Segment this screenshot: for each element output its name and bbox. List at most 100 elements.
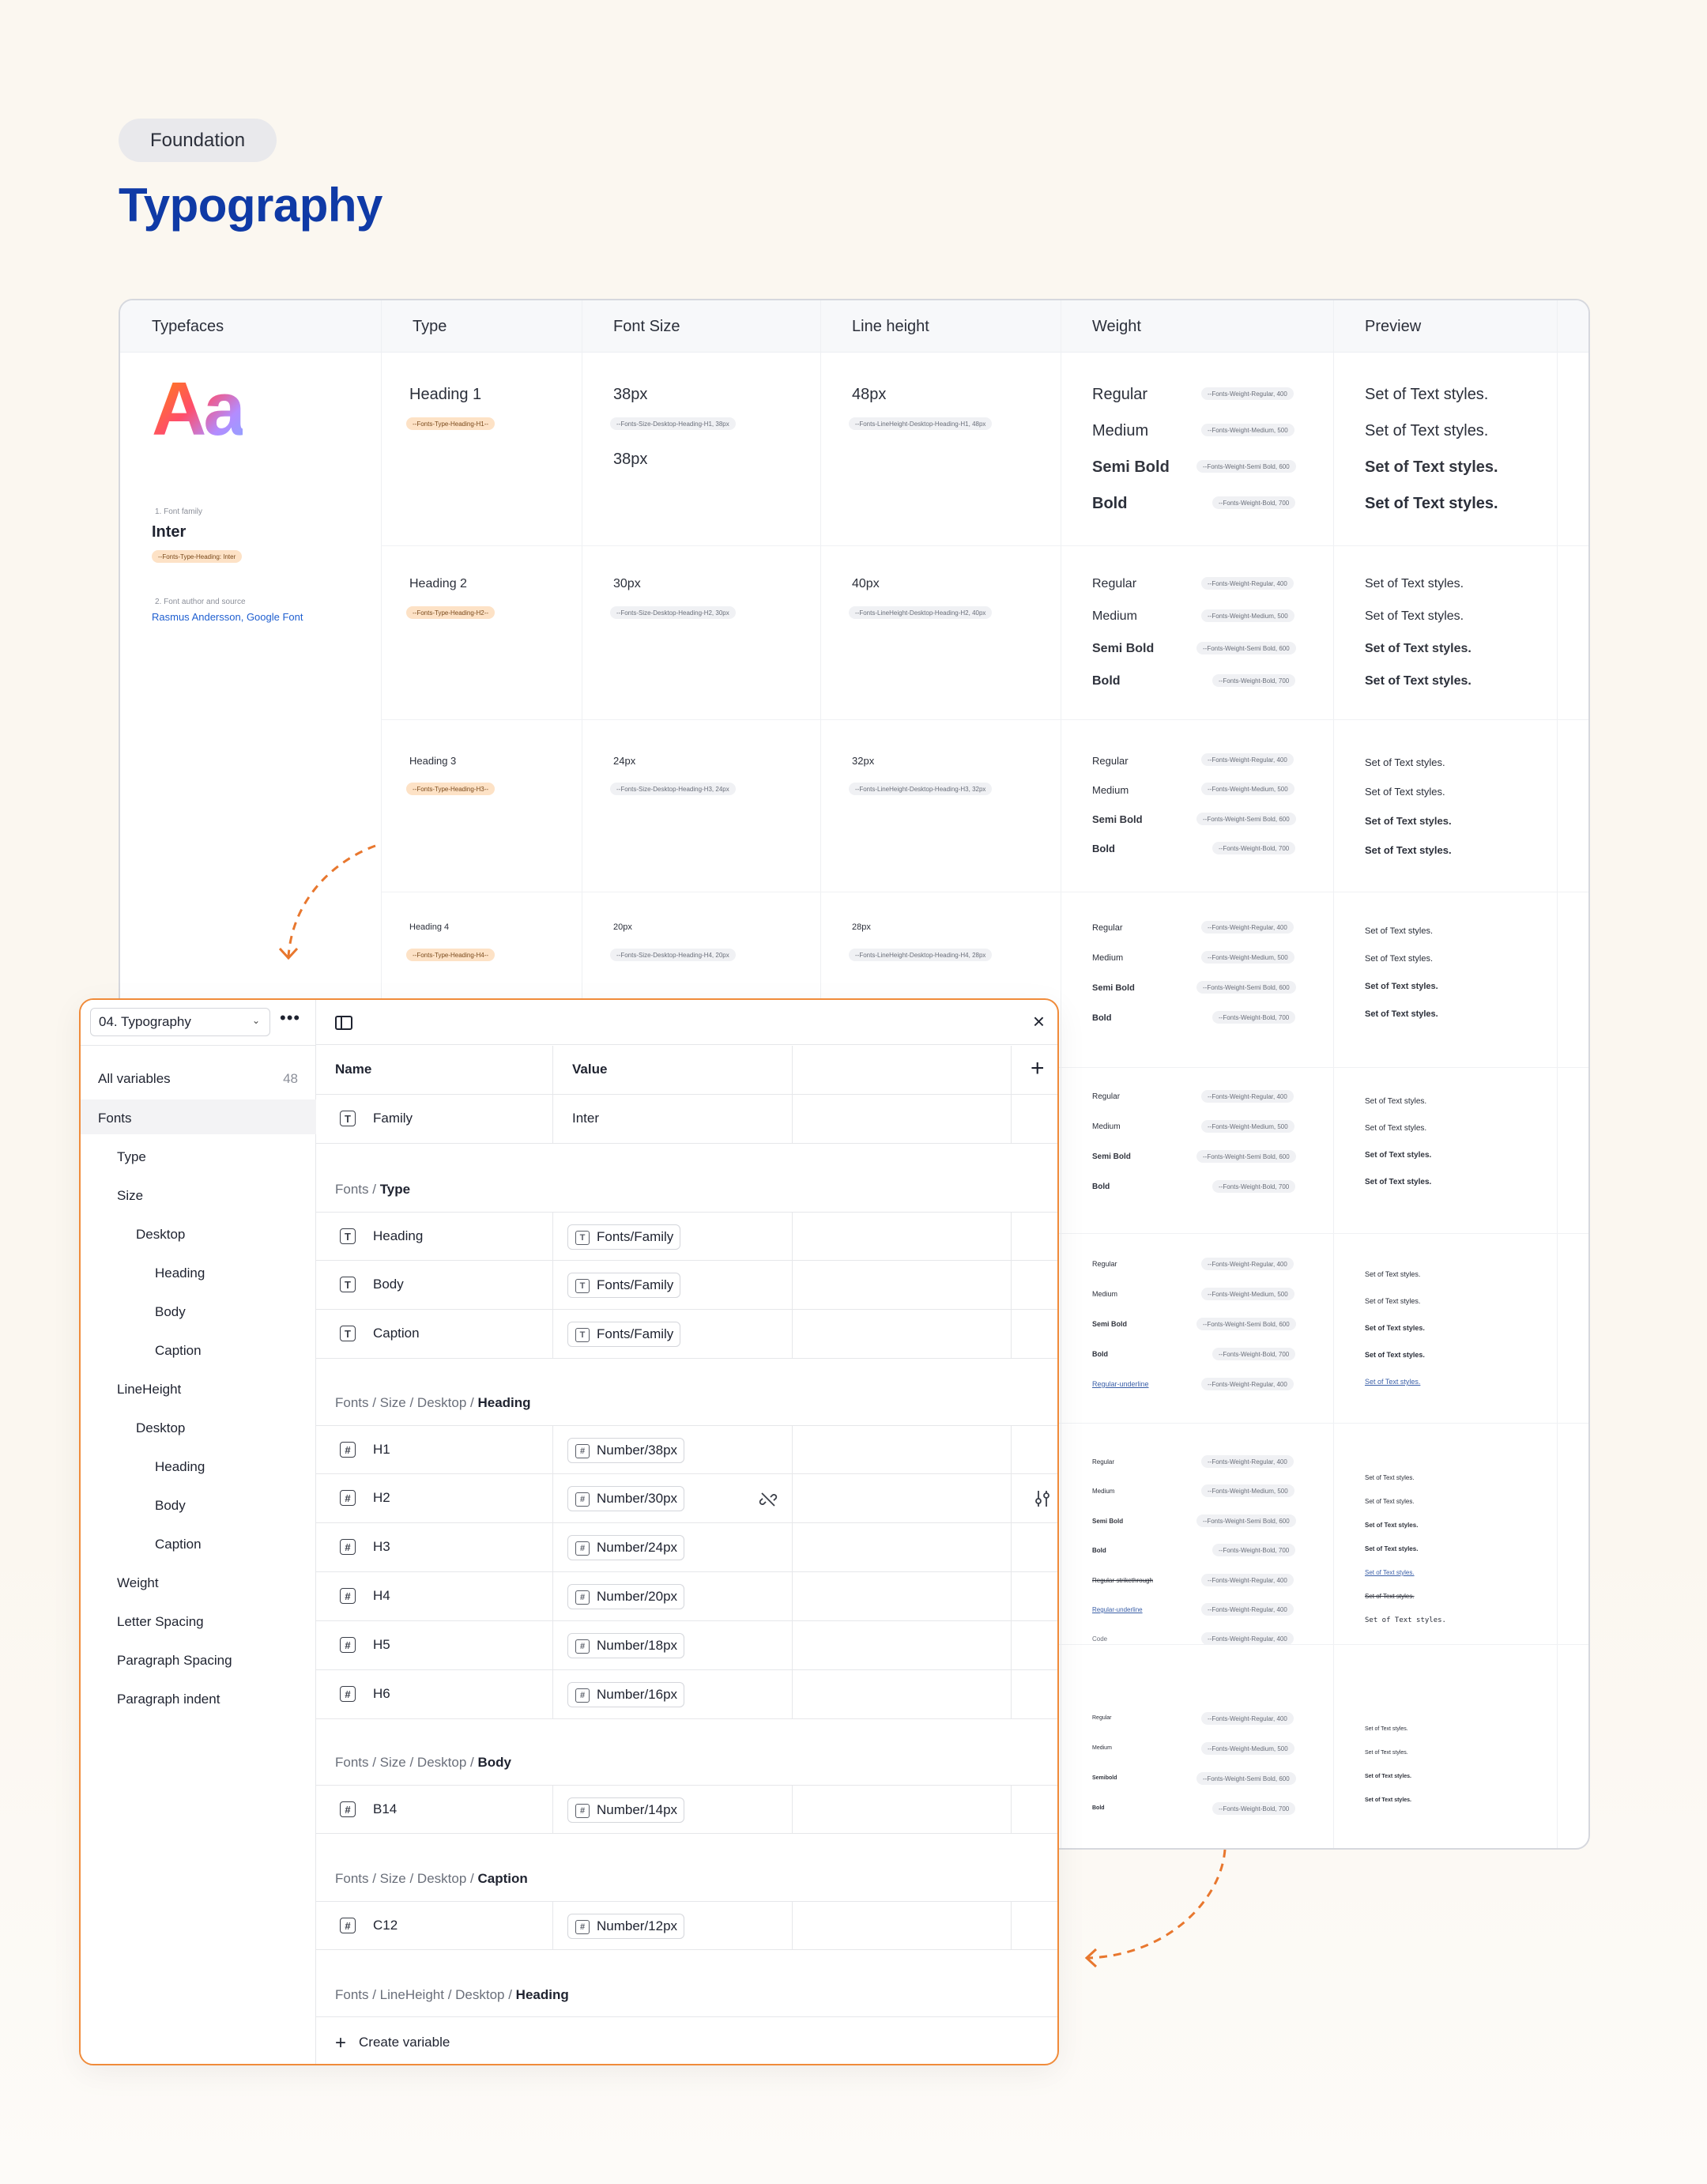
weight-label: Medium (1092, 422, 1149, 439)
alias-chip[interactable]: T Fonts/Family (567, 1273, 681, 1298)
weight-token: --Fonts-Weight-Regular, 400 (1201, 1632, 1294, 1645)
group-title: Fonts / Size / Desktop / Body (335, 1755, 511, 1770)
table-row[interactable]: # H4 # Number/20px (316, 1572, 1057, 1621)
weight-token: --Fonts-Weight-Medium, 500 (1201, 1742, 1294, 1755)
variable-name[interactable]: C12 (373, 1918, 398, 1933)
column-header-name: Name (335, 1062, 372, 1077)
font-author-link[interactable]: Rasmus Andersson, Google Font (152, 611, 303, 623)
collection-select[interactable]: 04. Typography ⌄ (90, 1008, 270, 1036)
preview-text: Set of Text styles. (1365, 1569, 1415, 1576)
sidebar-item-paragraph-indent[interactable]: Paragraph indent (117, 1692, 220, 1707)
alias-chip[interactable]: # Number/12px (567, 1914, 685, 1939)
variable-value[interactable]: Inter (572, 1111, 599, 1126)
table-row[interactable]: # H6 # Number/16px (316, 1670, 1057, 1719)
type-token: --Fonts-Type-Heading-H2-- (406, 606, 496, 619)
font-size-value: 30px (613, 577, 641, 590)
table-row[interactable]: T Heading T Fonts/Family (316, 1212, 1057, 1261)
variable-name[interactable]: Caption (373, 1326, 420, 1341)
variable-name[interactable]: H3 (373, 1539, 390, 1555)
variables-table: × Name Value + T Family Inter Fonts / Typ… (316, 1000, 1057, 2064)
weight-token: --Fonts-Weight-Semi Bold, 600 (1196, 981, 1296, 994)
variable-name[interactable]: Body (373, 1277, 404, 1292)
line-height-token: --Fonts-LineHeight-Desktop-Heading-H1, 4… (849, 417, 993, 430)
weight-label: Regular (1092, 755, 1129, 767)
sidebar-item-fonts[interactable]: Fonts (98, 1111, 132, 1126)
table-row[interactable]: T Body T Fonts/Family (316, 1261, 1057, 1310)
preview-text: Set of Text styles. (1365, 926, 1434, 936)
alias-chip[interactable]: # Number/18px (567, 1633, 685, 1658)
weight-label: Regular-strikethrough (1092, 1577, 1153, 1584)
close-icon[interactable]: × (1033, 1009, 1045, 1034)
number-variable-icon: # (575, 1444, 590, 1458)
sidebar-item-desktop[interactable]: Desktop (136, 1227, 185, 1243)
sidebar-item-letter-spacing[interactable]: Letter Spacing (117, 1614, 204, 1630)
font-size-token: --Fonts-Size-Desktop-Heading-H4, 20px (610, 949, 736, 961)
table-row[interactable]: # H5 # Number/18px (316, 1621, 1057, 1670)
sliders-icon[interactable] (1032, 1488, 1053, 1509)
variable-name[interactable]: B14 (373, 1801, 397, 1817)
preview-text: Set of Text styles. (1365, 1270, 1421, 1278)
preview-text: Set of Text styles. (1365, 422, 1489, 439)
line-height-token: --Fonts-LineHeight-Desktop-Heading-H3, 3… (849, 783, 993, 795)
all-variables-item[interactable]: All variables (98, 1071, 171, 1087)
alias-chip[interactable]: # Number/24px (567, 1535, 685, 1560)
weight-token: --Fonts-Weight-Medium, 500 (1201, 609, 1294, 622)
alias-chip[interactable]: # Number/14px (567, 1797, 685, 1823)
sidebar-item-caption[interactable]: Caption (155, 1537, 202, 1552)
sidebar-item-caption[interactable]: Caption (155, 1343, 202, 1359)
weight-token: --Fonts-Weight-Regular, 400 (1201, 1090, 1294, 1103)
weight-label: Semi Bold (1092, 458, 1170, 476)
alias-chip[interactable]: T Fonts/Family (567, 1224, 681, 1250)
alias-chip[interactable]: # Number/16px (567, 1682, 685, 1707)
sidebar-item-lineheight[interactable]: LineHeight (117, 1382, 181, 1398)
line-height-token: --Fonts-LineHeight-Desktop-Heading-H2, 4… (849, 606, 993, 619)
chevron-down-icon: ⌄ (251, 1015, 260, 1026)
weight-label: Regular (1092, 923, 1123, 933)
table-row[interactable]: T Family Inter (316, 1095, 1057, 1144)
sidebar-item-desktop[interactable]: Desktop (136, 1420, 185, 1436)
weight-label: Medium (1092, 1488, 1115, 1495)
table-row[interactable]: # C12 # Number/12px (316, 1901, 1057, 1950)
row-divider (381, 545, 1588, 546)
table-row[interactable]: # H3 # Number/24px (316, 1523, 1057, 1572)
alias-chip[interactable]: # Number/30px (567, 1486, 685, 1511)
sidebar-item-size[interactable]: Size (117, 1188, 143, 1204)
sidebar-item-body[interactable]: Body (155, 1498, 186, 1514)
preview-text: Set of Text styles. (1365, 1797, 1412, 1803)
alias-chip[interactable]: # Number/20px (567, 1584, 685, 1609)
sidebar-toggle-icon[interactable] (335, 1016, 352, 1030)
sidebar-item-weight[interactable]: Weight (117, 1575, 159, 1591)
add-mode-icon[interactable]: + (1031, 1055, 1045, 1082)
variable-name[interactable]: H1 (373, 1442, 390, 1458)
sidebar-item-paragraph-spacing[interactable]: Paragraph Spacing (117, 1653, 232, 1669)
group-title: Fonts / Size / Desktop / Caption (335, 1871, 528, 1886)
sidebar-item-heading[interactable]: Heading (155, 1266, 205, 1281)
variable-name[interactable]: H6 (373, 1686, 390, 1702)
alias-chip[interactable]: # Number/38px (567, 1438, 685, 1463)
table-row[interactable]: # H2 # Number/30px (316, 1474, 1057, 1523)
variable-name[interactable]: Heading (373, 1228, 423, 1244)
weight-label: Regular (1092, 1715, 1112, 1721)
column-divider (1557, 300, 1558, 1848)
more-options-icon[interactable]: ••• (280, 1008, 300, 1028)
table-row[interactable]: # H1 # Number/38px (316, 1425, 1057, 1474)
weight-label: Semi Bold (1092, 1152, 1131, 1161)
weight-token: --Fonts-Weight-Medium, 500 (1201, 1120, 1294, 1133)
preview-text: Set of Text styles. (1365, 982, 1438, 991)
alias-chip[interactable]: T Fonts/Family (567, 1322, 681, 1347)
sidebar-item-heading[interactable]: Heading (155, 1459, 205, 1475)
variable-name[interactable]: H5 (373, 1637, 390, 1653)
unlink-icon[interactable] (759, 1490, 778, 1509)
sidebar-item-body[interactable]: Body (155, 1304, 186, 1320)
create-variable-button[interactable]: + Create variable (335, 2032, 450, 2054)
weight-token: --Fonts-Weight-Medium, 500 (1201, 1484, 1294, 1497)
table-row[interactable]: T Caption T Fonts/Family (316, 1310, 1057, 1359)
weight-token: --Fonts-Weight-Bold, 700 (1212, 1802, 1296, 1815)
variable-name[interactable]: Family (373, 1111, 413, 1126)
variable-name[interactable]: H4 (373, 1588, 390, 1604)
sidebar-item-type[interactable]: Type (117, 1149, 146, 1165)
variable-name[interactable]: H2 (373, 1490, 390, 1506)
preview-text: Set of Text styles. (1365, 495, 1498, 512)
weight-label: Bold (1092, 1547, 1106, 1554)
table-row[interactable]: # B14 # Number/14px (316, 1785, 1057, 1834)
